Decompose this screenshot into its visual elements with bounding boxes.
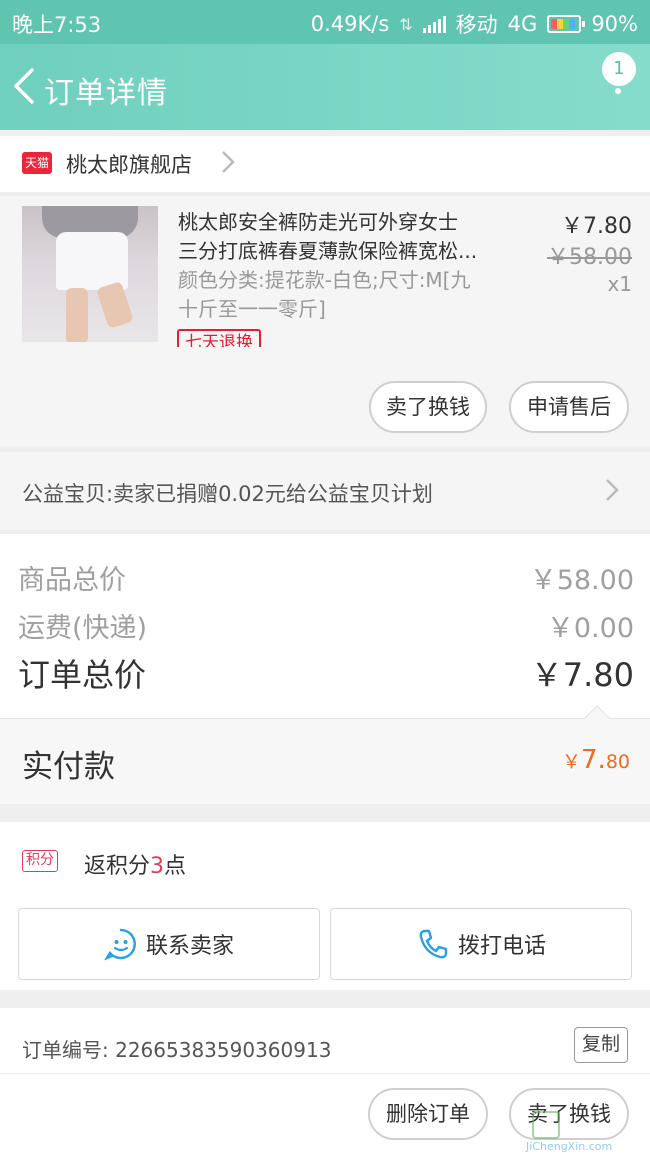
- app-header: 订单详情 1: [0, 44, 650, 130]
- product-item[interactable]: 桃太郎安全裤防走光可外穿女士 三分打底裤春夏薄款保险裤宽松... 颜色分类:提花…: [0, 196, 650, 446]
- apply-aftersale-button[interactable]: 申请售后: [509, 381, 629, 433]
- call-phone-button[interactable]: 拨打电话: [330, 908, 632, 980]
- sku-line: 十斤至一一零斤]: [178, 297, 326, 321]
- points-section: 积分 返积分3点 联系卖家 拨打电话: [0, 822, 650, 990]
- chevron-right-icon: [606, 479, 619, 501]
- points-suffix: 点: [164, 854, 187, 879]
- order-number-row: 订单编号: 2266538359036091​3 复制: [0, 1008, 650, 1074]
- paid-integer: 7.: [581, 745, 606, 775]
- product-title-line: 三分打底裤春夏薄款保险裤宽松...: [178, 239, 478, 263]
- watermark-text: JiChengXin.com: [526, 1140, 613, 1153]
- signal-icon: [422, 15, 446, 33]
- points-text: 返积分3点: [84, 848, 186, 880]
- order-total-label: 订单总价: [18, 656, 147, 694]
- points-value: 3: [150, 854, 165, 879]
- contact-seller-button[interactable]: 联系卖家: [18, 908, 320, 980]
- status-right: 0.49K/s ⇅ 移动 4G 90%: [311, 9, 638, 39]
- order-total-value: ￥7.80: [530, 656, 634, 694]
- goods-total-value: ￥58.00: [529, 565, 634, 596]
- paid-decimal: 80: [605, 751, 630, 773]
- points-badge: 积分: [22, 850, 58, 872]
- order-number-label: 订单编号:: [22, 1038, 116, 1062]
- goods-total-row: 商品总价 ￥58.00: [18, 558, 634, 597]
- status-bar: 晚上7:53 0.49K/s ⇅ 移动 4G 90%: [0, 0, 650, 44]
- order-number-value: 2266538359036091​3: [115, 1038, 332, 1062]
- order-number-text: 订单编号: 2266538359036091​3: [22, 1034, 331, 1063]
- chat-bubble-icon: [104, 928, 136, 961]
- charity-row[interactable]: 公益宝贝:卖家已捐赠0.02元给公益宝贝计划: [0, 452, 650, 530]
- page-title: 订单详情: [44, 76, 168, 111]
- paid-label: 实付款: [22, 749, 115, 785]
- network-type: 4G: [507, 12, 538, 36]
- watermark-logo: JiChengXin.com: [526, 1107, 646, 1153]
- phone-icon: [419, 929, 448, 959]
- sell-for-cash-button[interactable]: 卖了换钱: [369, 381, 487, 433]
- paid-currency: ￥: [561, 751, 581, 773]
- charity-text: 公益宝贝:卖家已捐赠0.02元给公益宝贝计划: [22, 482, 433, 506]
- price-summary: 商品总价 ￥58.00 运费(快递) ￥0.00 订单总价 ￥7.80: [0, 534, 650, 718]
- copy-button[interactable]: 复制: [574, 1027, 628, 1063]
- paid-amount: ￥7.80: [562, 745, 630, 775]
- battery-icon: [547, 15, 586, 33]
- carrier-name: 移动: [455, 13, 498, 37]
- product-price: ￥7.80: [561, 214, 632, 239]
- battery-level: 90%: [591, 12, 638, 36]
- back-arrow-icon[interactable]: [10, 66, 40, 106]
- product-title-line: 桃太郎安全裤防走光可外穿女士: [178, 210, 458, 234]
- order-total-row: 订单总价 ￥7.80: [18, 650, 634, 696]
- status-time: 晚上7:53: [12, 13, 102, 37]
- shipping-row: 运费(快递) ￥0.00: [18, 606, 634, 645]
- goods-total-label: 商品总价: [18, 565, 126, 596]
- original-price: ￥58.00: [547, 245, 632, 270]
- shop-name: 桃太郎旗舰店: [66, 153, 192, 177]
- return-policy-tag: 七天退换: [177, 329, 261, 347]
- delete-order-button[interactable]: 删除订单: [368, 1088, 488, 1140]
- paid-amount-row: 实付款 ￥7.80: [0, 705, 650, 804]
- call-phone-label: 拨打电话: [457, 934, 546, 959]
- contact-seller-label: 联系卖家: [145, 934, 234, 959]
- shop-row[interactable]: 天猫 桃太郎旗舰店: [0, 136, 650, 192]
- product-image[interactable]: [22, 206, 158, 342]
- tmall-icon: 天猫: [22, 152, 52, 174]
- sku-line: 颜色分类:提花款-白色;尺寸:M[九: [178, 268, 471, 292]
- more-menu-icon[interactable]: [614, 74, 622, 114]
- bottom-action-bar: 删除订单 卖了换钱 JiChengXin.com: [0, 1074, 650, 1155]
- data-transfer-icon: ⇅: [399, 14, 413, 34]
- product-title: 桃太郎安全裤防走光可外穿女士 三分打底裤春夏薄款保险裤宽松...: [178, 208, 508, 266]
- product-quantity: x1: [607, 272, 632, 296]
- network-speed: 0.49K/s: [310, 12, 390, 36]
- shipping-value: ￥0.00: [546, 613, 634, 644]
- chevron-right-icon: [222, 151, 235, 173]
- shipping-label: 运费(快递): [18, 613, 148, 644]
- points-prefix: 返积分: [84, 854, 151, 879]
- product-sku: 颜色分类:提花款-白色;尺寸:M[九 十斤至一一零斤]: [178, 266, 508, 324]
